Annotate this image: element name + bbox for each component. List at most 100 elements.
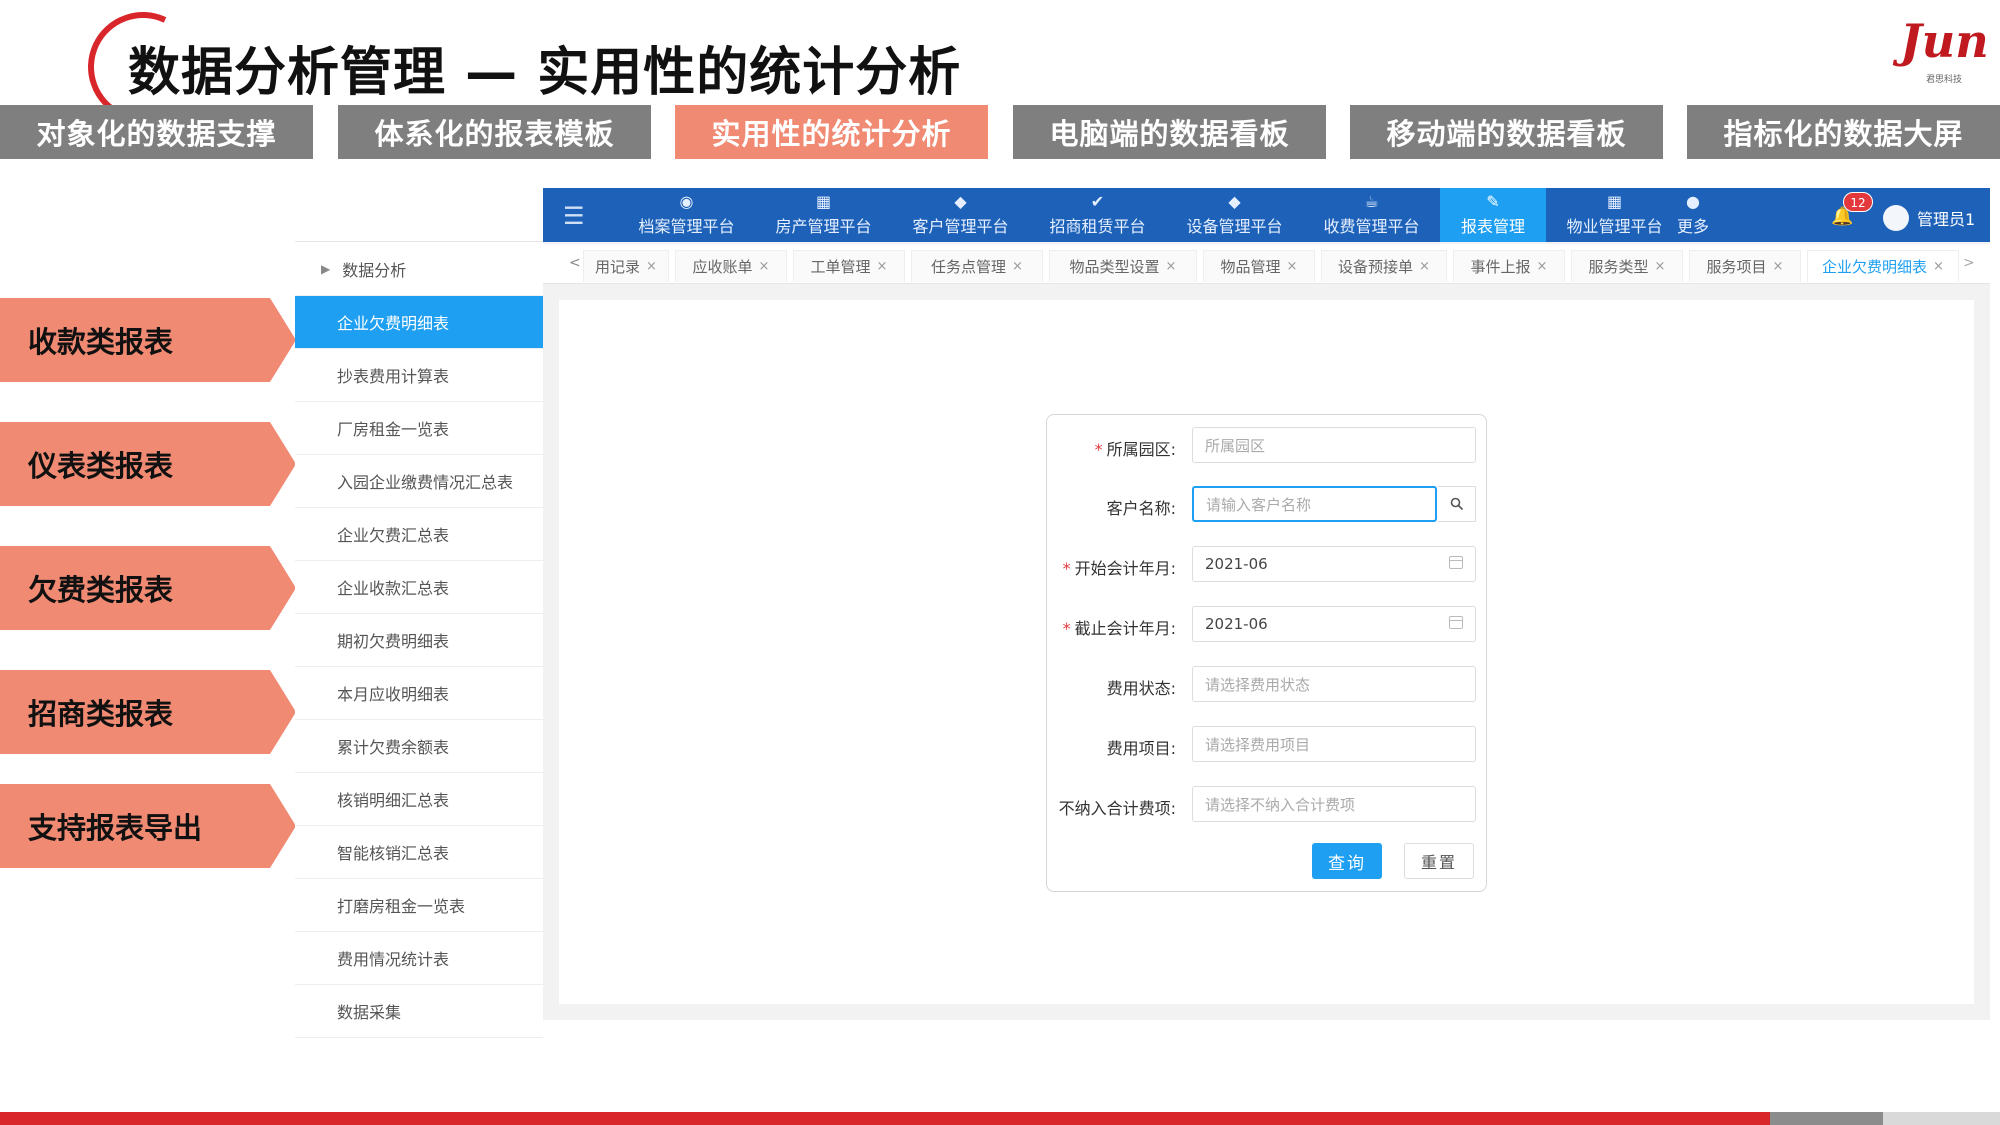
sidebar-header [295, 188, 543, 242]
app-window: ▶ 数据分析 企业欠费明细表 抄表费用计算表 厂房租金一览表 入园企业缴费情况汇… [295, 188, 1990, 1038]
chevron-right-icon[interactable]: > [1963, 255, 1975, 271]
avatar[interactable] [1883, 205, 1909, 231]
content-area: * 所属园区: 所属园区 客户名称: 请输入客户名称 * 开始会计年月: 2021-… [559, 300, 1974, 1004]
nav-billing-platform[interactable]: ☕ 收费管理平台 [1303, 188, 1440, 242]
building-icon: ▦ [815, 192, 832, 211]
search-button[interactable] [1438, 486, 1476, 522]
nav-archive-platform[interactable]: ◉ 档案管理平台 [618, 188, 755, 242]
page-title: 数据分析管理 — 实用性的统计分析 [128, 43, 962, 103]
sidebar-item[interactable]: 智能核销汇总表 [295, 826, 543, 879]
nav-customer-platform[interactable]: ◆ 客户管理平台 [892, 188, 1029, 242]
fee-status-select[interactable]: 请选择费用状态 [1192, 666, 1476, 702]
page-tab[interactable]: 服务类型 × [1571, 250, 1683, 282]
close-icon[interactable]: × [1287, 259, 1298, 274]
close-icon[interactable]: × [1655, 259, 1666, 274]
top-tab-object-data[interactable]: 对象化的数据支撑 [0, 105, 313, 159]
top-tab-pc-dashboard[interactable]: 电脑端的数据看板 [1013, 105, 1326, 159]
chevron-left-icon[interactable]: < [569, 255, 581, 271]
sidebar-item[interactable]: 企业欠费明细表 [295, 296, 543, 349]
nav-equipment-platform[interactable]: ◆ 设备管理平台 [1166, 188, 1303, 242]
nav-label: 招商租赁平台 [1049, 217, 1146, 236]
query-button[interactable]: 查询 [1312, 843, 1382, 879]
top-tab-report-templates[interactable]: 体系化的报表模板 [338, 105, 651, 159]
nav-label: 档案管理平台 [638, 217, 735, 236]
nav-label: 客户管理平台 [912, 217, 1009, 236]
sidebar-item[interactable]: 企业收款汇总表 [295, 561, 543, 614]
top-tab-data-screen[interactable]: 指标化的数据大屏 [1687, 105, 2000, 159]
sidebar-item[interactable]: 数据采集 [295, 985, 543, 1038]
handshake-icon: ◆ [954, 192, 967, 211]
user-name[interactable]: 管理员1 [1917, 206, 1975, 230]
end-month-value: 2021-06 [1205, 615, 1268, 633]
diamond-icon: ◆ [1228, 192, 1241, 211]
sidebar-item[interactable]: 核销明细汇总表 [295, 773, 543, 826]
customer-name-input[interactable]: 请输入客户名称 [1192, 486, 1437, 522]
sidebar-item[interactable]: 本月应收明细表 [295, 667, 543, 720]
label-arrears-reports: 欠费类报表 [0, 546, 296, 630]
page-tab[interactable]: 用记录 × [583, 250, 669, 282]
exclude-items-select[interactable]: 请选择不纳入合计费项 [1192, 786, 1476, 822]
close-icon[interactable]: × [1773, 259, 1784, 274]
nav-more[interactable]: ● 更多 [1653, 188, 1733, 242]
page-tab-label: 物品管理 [1220, 258, 1281, 276]
menu-toggle-icon[interactable]: ☰ [563, 202, 585, 230]
calendar-icon [1449, 556, 1463, 569]
page-tab-label: 服务类型 [1588, 258, 1649, 276]
check-icon: ✔ [1090, 192, 1105, 211]
close-icon[interactable]: × [1933, 259, 1944, 274]
archive-icon: ◉ [679, 192, 694, 211]
sidebar-item[interactable]: 打磨房租金一览表 [295, 879, 543, 932]
nav-leasing-platform[interactable]: ✔ 招商租赁平台 [1029, 188, 1166, 242]
page-tab-label: 物品类型设置 [1069, 258, 1160, 276]
label-text: 所属园区: [1106, 440, 1176, 459]
page-tab-label: 服务项目 [1706, 258, 1767, 276]
nav-property-platform[interactable]: ▦ 房产管理平台 [755, 188, 892, 242]
label-export-support: 支持报表导出 [0, 784, 296, 868]
end-month-picker[interactable]: 2021-06 [1192, 606, 1476, 642]
building-icon: ▦ [1606, 192, 1623, 211]
close-icon[interactable]: × [759, 259, 770, 274]
end-month-label: * 截止会计年月: [1063, 615, 1176, 639]
page-tab-label: 企业欠费明细表 [1822, 258, 1928, 276]
top-tab-mobile-dashboard[interactable]: 移动端的数据看板 [1350, 105, 1663, 159]
sidebar-item[interactable]: 期初欠费明细表 [295, 614, 543, 667]
calendar-icon [1449, 616, 1463, 629]
start-month-picker[interactable]: 2021-06 [1192, 546, 1476, 582]
park-label: * 所属园区: [1095, 436, 1176, 460]
close-icon[interactable]: × [1166, 259, 1177, 274]
close-icon[interactable]: × [877, 259, 888, 274]
page-tab[interactable]: 设备预接单 × [1321, 250, 1447, 282]
label-meter-reports: 仪表类报表 [0, 422, 296, 506]
nav-label: 报表管理 [1460, 217, 1525, 236]
page-tab-active[interactable]: 企业欠费明细表 × [1807, 250, 1959, 282]
required-asterisk: * [1094, 440, 1103, 459]
sidebar-item[interactable]: 抄表费用计算表 [295, 349, 543, 402]
sidebar: ▶ 数据分析 企业欠费明细表 抄表费用计算表 厂房租金一览表 入园企业缴费情况汇… [295, 188, 543, 1038]
sidebar-group-data-analysis[interactable]: ▶ 数据分析 [295, 242, 543, 296]
close-icon[interactable]: × [1012, 259, 1023, 274]
sidebar-item[interactable]: 企业欠费汇总表 [295, 508, 543, 561]
sidebar-item[interactable]: 厂房租金一览表 [295, 402, 543, 455]
page-tab[interactable]: 应收账单 × [675, 250, 787, 282]
page-tab[interactable]: 事件上报 × [1453, 250, 1565, 282]
page-tab[interactable]: 物品类型设置 × [1049, 250, 1197, 282]
close-icon[interactable]: × [1537, 259, 1548, 274]
close-icon[interactable]: × [1419, 259, 1430, 274]
top-tab-statistical-analysis[interactable]: 实用性的统计分析 [675, 105, 988, 159]
required-asterisk: * [1062, 559, 1071, 578]
sidebar-item[interactable]: 累计欠费余额表 [295, 720, 543, 773]
page-tab[interactable]: 服务项目 × [1689, 250, 1801, 282]
page-tab[interactable]: 任务点管理 × [911, 250, 1043, 282]
reset-button[interactable]: 重置 [1404, 843, 1474, 879]
fee-item-select[interactable]: 请选择费用项目 [1192, 726, 1476, 762]
fee-status-label: 费用状态: [1106, 679, 1176, 698]
page-tab-bar: < 用记录 × 应收账单 × 工单管理 × 任务点管理 × 物品类型设置 × 物品管理 × … [543, 244, 1990, 284]
close-icon[interactable]: × [646, 259, 657, 274]
page-tab[interactable]: 工单管理 × [793, 250, 905, 282]
page-tab-label: 工单管理 [810, 258, 871, 276]
page-tab[interactable]: 物品管理 × [1203, 250, 1315, 282]
sidebar-item[interactable]: 费用情况统计表 [295, 932, 543, 985]
sidebar-item[interactable]: 入园企业缴费情况汇总表 [295, 455, 543, 508]
park-select[interactable]: 所属园区 [1192, 427, 1476, 463]
nav-report-management[interactable]: ✎ 报表管理 [1440, 188, 1546, 242]
